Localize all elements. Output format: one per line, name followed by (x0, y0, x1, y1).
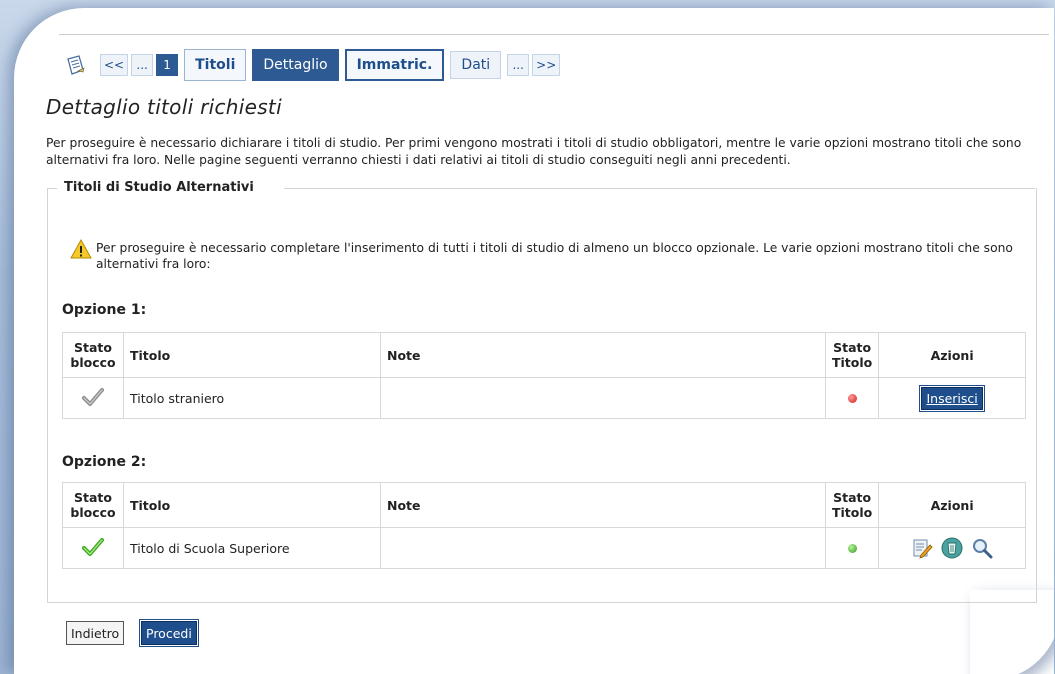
option-1-table: Stato blocco Titolo Note Stato Titolo Azio… (62, 332, 1026, 419)
header-text: Stato (833, 340, 872, 355)
actions-cell (878, 527, 1026, 569)
title-status-cell (824, 527, 880, 569)
breadcrumb-step-titoli[interactable]: Titoli (184, 49, 247, 81)
status-green-icon (847, 543, 857, 553)
fieldset-border-left (47, 188, 57, 189)
block-status-cell (62, 377, 124, 419)
header-titolo: Titolo (123, 482, 381, 528)
option-1-label: Opzione 1: (62, 302, 147, 318)
header-text: Stato (74, 490, 112, 505)
fieldset-legend: Titoli di Studio Alternativi (64, 180, 254, 195)
header-stato-titolo: Stato Titolo (824, 332, 880, 378)
header-azioni: Azioni (878, 482, 1026, 528)
option-2-label: Opzione 2: (62, 454, 147, 470)
warning-message: Per proseguire è necessario completare l… (70, 239, 1020, 272)
breadcrumb-step-immatric[interactable]: Immatric. (344, 49, 445, 81)
header-text: blocco (70, 505, 116, 520)
edit-icon[interactable] (911, 537, 933, 559)
option-2-table: Stato blocco Titolo Note Stato Titolo Azio… (62, 482, 1026, 569)
block-status-cell (62, 527, 124, 569)
header-note: Note (380, 332, 826, 378)
grey-check-icon (82, 387, 104, 406)
breadcrumb-step-dettaglio[interactable]: Dettaglio (252, 49, 339, 81)
table-row: Titolo straniero Inserisci (62, 377, 1026, 419)
breadcrumb: << ... 1 Titoli Dettaglio Immatric. Dati… (64, 48, 563, 82)
status-red-icon (847, 393, 857, 403)
inserisci-button[interactable]: Inserisci (919, 384, 985, 412)
header-titolo: Titolo (123, 332, 381, 378)
note-cell (380, 377, 826, 419)
breadcrumb-ellipsis-right[interactable]: ... (507, 54, 530, 76)
warning-text: Per proseguire è necessario completare l… (96, 241, 1013, 271)
header-note: Note (380, 482, 826, 528)
header-text: Titolo (832, 355, 873, 370)
table-header-row: Stato blocco Titolo Note Stato Titolo Azio… (62, 332, 1026, 378)
title-cell: Titolo di Scuola Superiore (123, 527, 381, 569)
breadcrumb-last[interactable]: >> (532, 54, 561, 76)
breadcrumb-first[interactable]: << (100, 54, 129, 76)
green-check-icon (82, 537, 104, 556)
header-text: Stato (74, 340, 112, 355)
title-status-cell (824, 377, 880, 419)
delete-icon[interactable] (941, 537, 963, 559)
breadcrumb-step-dati[interactable]: Dati (450, 51, 502, 79)
actions-cell: Inserisci (878, 377, 1026, 419)
intro-text: Per proseguire è necessario dichiarare i… (46, 136, 1022, 167)
page-title: Dettaglio titoli richiesti (46, 95, 282, 119)
breadcrumb-ellipsis-left[interactable]: ... (131, 54, 154, 76)
note-cell (380, 527, 826, 569)
title-cell: Titolo straniero (123, 377, 381, 419)
warning-icon (70, 239, 92, 259)
header-stato-blocco: Stato blocco (62, 332, 124, 378)
header-text: blocco (70, 355, 116, 370)
next-button[interactable]: Procedi (139, 619, 199, 647)
breadcrumb-step-number[interactable]: 1 (156, 54, 179, 76)
header-stato-titolo: Stato Titolo (824, 482, 880, 528)
fieldset-border-right (284, 188, 1035, 189)
header-text: Stato (833, 490, 872, 505)
header-azioni: Azioni (878, 332, 1026, 378)
action-icons (885, 537, 1019, 559)
header-stato-blocco: Stato blocco (62, 482, 124, 528)
table-header-row: Stato blocco Titolo Note Stato Titolo Azio… (62, 482, 1026, 528)
table-row: Titolo di Scuola Superiore (62, 527, 1026, 569)
header-text: Titolo (832, 505, 873, 520)
view-icon[interactable] (971, 537, 993, 559)
top-divider (59, 34, 1049, 35)
document-icon (67, 55, 85, 75)
back-button[interactable]: Indietro (66, 621, 125, 645)
